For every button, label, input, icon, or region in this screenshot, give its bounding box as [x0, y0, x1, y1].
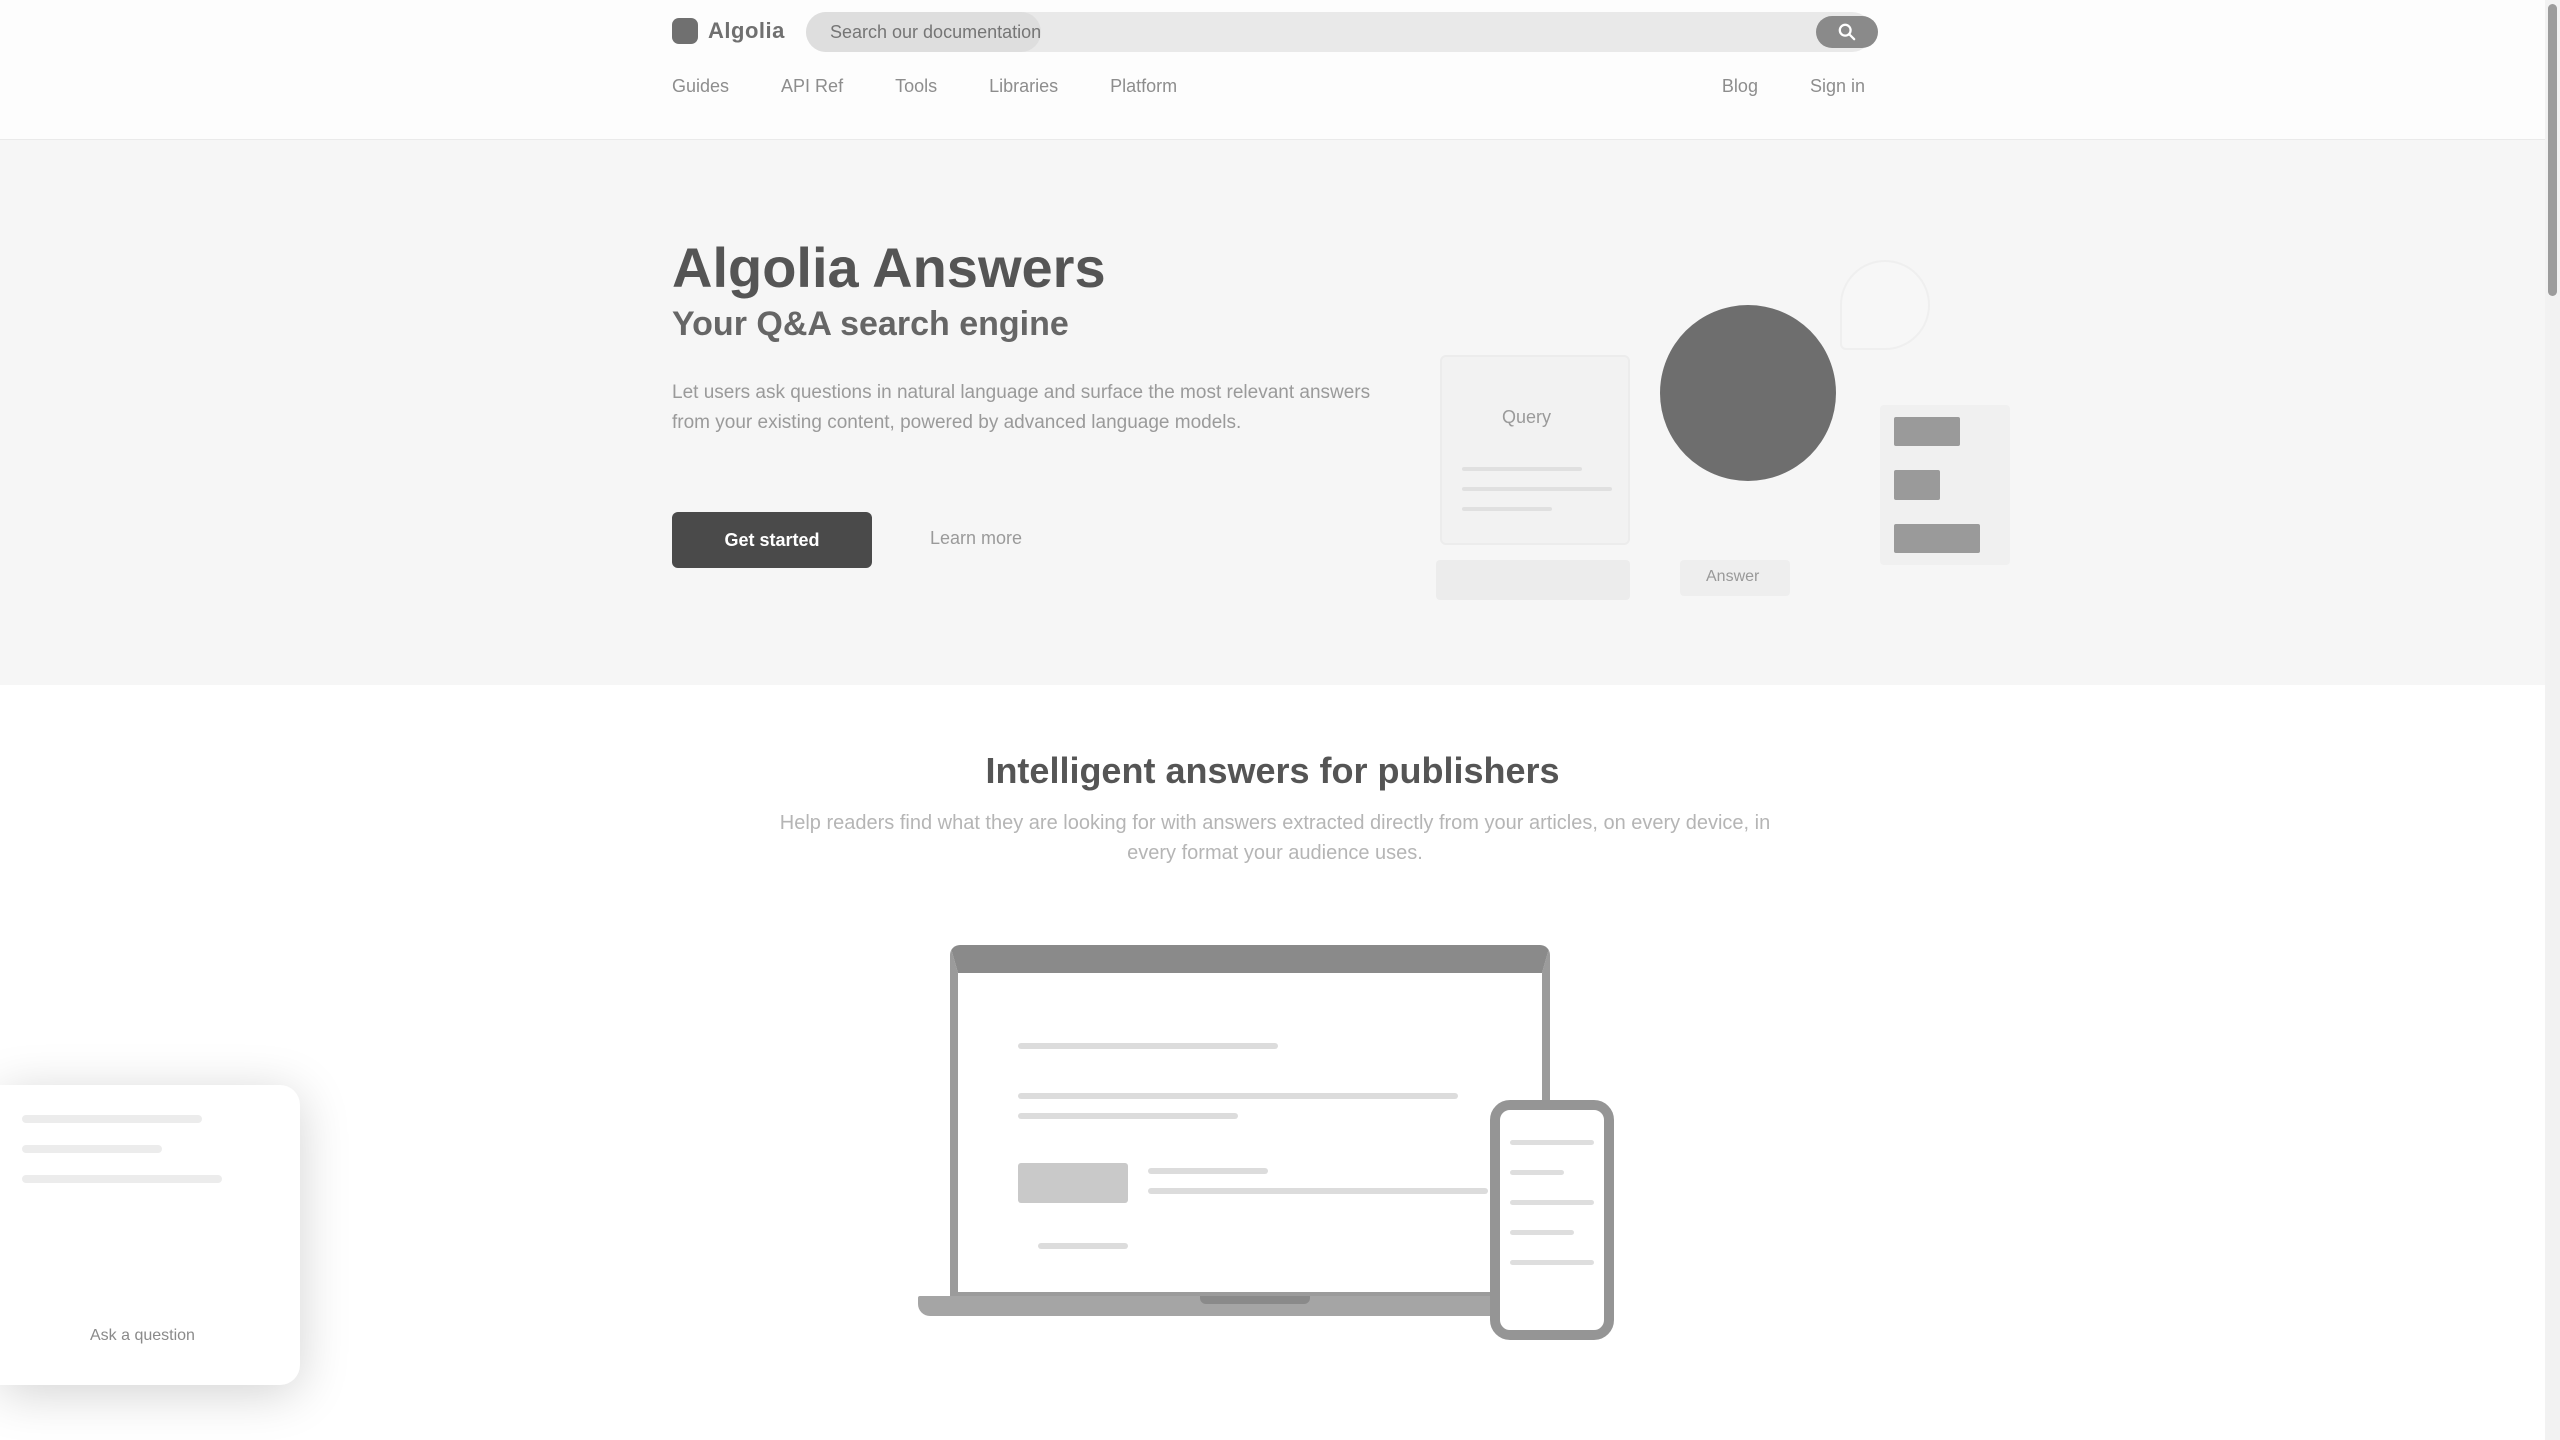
secondary-nav: Blog Sign in — [1722, 76, 1865, 97]
answer-tab: Answer — [1680, 560, 1790, 596]
nav-item-guides[interactable]: Guides — [672, 76, 729, 97]
hero-description: Let users ask questions in natural langu… — [672, 382, 1371, 433]
hero-section: Algolia Answers Your Q&A search engine L… — [0, 140, 2545, 685]
laptop-icon — [950, 945, 1550, 1300]
illustration-bar — [1894, 417, 1960, 447]
phone-line — [1510, 1170, 1564, 1175]
nav-item-libraries[interactable]: Libraries — [989, 76, 1058, 97]
chat-widget-label[interactable]: Ask a question — [90, 1327, 195, 1345]
card-line — [1462, 467, 1582, 471]
phone-line — [1510, 1260, 1594, 1265]
bar-graphic — [1880, 405, 2010, 565]
laptop-line — [1018, 1043, 1278, 1049]
top-header: Algolia Guides API Ref Tools Libraries P… — [0, 0, 2545, 140]
illustration-bar — [1894, 523, 1980, 553]
chat-line — [22, 1115, 202, 1123]
laptop-line — [1148, 1188, 1488, 1194]
laptop-block — [1018, 1163, 1128, 1203]
search-bar[interactable] — [806, 12, 1878, 52]
hero-title: Algolia Answers — [672, 236, 1106, 299]
speech-bubble-icon — [1840, 260, 1930, 350]
search-input[interactable] — [806, 12, 1872, 52]
nav-item-sign-in[interactable]: Sign in — [1810, 76, 1865, 97]
card-line — [1462, 507, 1552, 511]
section-title: Intelligent answers for publishers — [985, 750, 1560, 791]
chat-line — [22, 1175, 222, 1183]
query-card-label: Query — [1502, 407, 1552, 427]
nav-item-tools[interactable]: Tools — [895, 76, 937, 97]
hero-subtitle: Your Q&A search engine — [672, 305, 1069, 343]
laptop-line — [1018, 1113, 1238, 1119]
nav-item-api-ref[interactable]: API Ref — [781, 76, 843, 97]
logo[interactable]: Algolia — [672, 14, 785, 48]
input-bar-shape — [1436, 560, 1630, 600]
illustration-bar — [1894, 470, 1940, 500]
query-card: Query — [1440, 355, 1630, 545]
phone-line — [1510, 1230, 1574, 1235]
learn-more-link[interactable]: Learn more — [930, 528, 1022, 549]
logo-icon — [672, 18, 698, 44]
nav-item-blog[interactable]: Blog — [1722, 76, 1758, 97]
laptop-line — [1038, 1243, 1128, 1249]
laptop-line — [1148, 1168, 1268, 1174]
phone-line — [1510, 1200, 1594, 1205]
phone-icon — [1490, 1100, 1614, 1340]
avatar-circle — [1660, 305, 1836, 481]
page-scrollbar[interactable] — [2545, 0, 2560, 1440]
section-description: Help readers find what they are looking … — [779, 812, 1771, 864]
answer-tab-label: Answer — [1706, 568, 1760, 585]
chat-widget[interactable]: Ask a question — [0, 1085, 300, 1385]
nav-item-platform[interactable]: Platform — [1110, 76, 1177, 97]
laptop-line — [1018, 1093, 1458, 1099]
scrollbar-thumb[interactable] — [2548, 4, 2557, 296]
chat-line — [22, 1145, 162, 1153]
card-line — [1462, 487, 1612, 491]
logo-text: Algolia — [708, 18, 785, 43]
phone-line — [1510, 1140, 1594, 1145]
get-started-button[interactable]: Get started — [672, 512, 872, 568]
laptop-notch — [1200, 1296, 1310, 1304]
main-nav: Guides API Ref Tools Libraries Platform — [672, 76, 1177, 97]
